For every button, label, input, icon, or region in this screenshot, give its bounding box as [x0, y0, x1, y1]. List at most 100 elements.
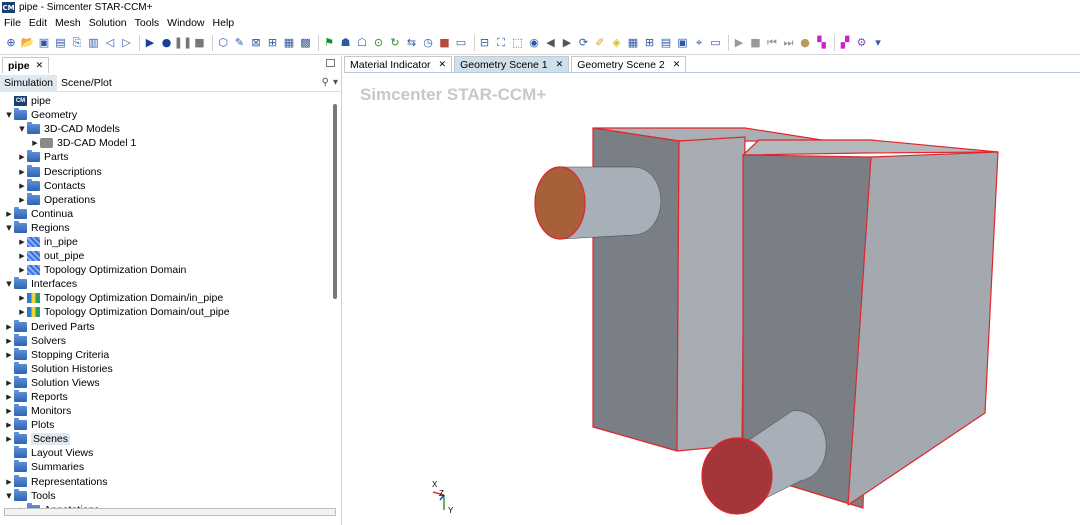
tree-item-topology-optimization-domain-out-pipe[interactable]: ▶ Topology Optimization Domain/out_pipe	[0, 305, 334, 319]
table-icon[interactable]: ▩	[299, 36, 313, 50]
tree-item-reports[interactable]: ▶ Reports	[0, 390, 334, 404]
tree-item-tools[interactable]: ▼ Tools	[0, 488, 334, 503]
tree-item-solvers[interactable]: ▶ Solvers	[0, 333, 334, 348]
expanded-arrow-icon[interactable]: ▼	[17, 125, 27, 133]
menu-tools[interactable]: Tools	[131, 17, 164, 29]
grid2-icon[interactable]: ⊞	[643, 36, 657, 50]
tree-item-3d-cad-models[interactable]: ▼ 3D-CAD Models	[0, 122, 334, 136]
save-as-icon[interactable]: ▤	[54, 36, 68, 50]
left-icon[interactable]: ◀	[544, 36, 558, 50]
collapsed-arrow-icon[interactable]: ▶	[17, 168, 27, 176]
gear-icon[interactable]: ⚙	[855, 36, 869, 50]
grid-icon[interactable]: ▦	[626, 36, 640, 50]
refresh-icon[interactable]: ↻	[388, 36, 402, 50]
new-sim-icon[interactable]: ⊕	[4, 36, 18, 50]
collapsed-arrow-icon[interactable]: ▶	[17, 238, 27, 246]
copy-icon[interactable]: ⎘	[70, 36, 84, 50]
forward-icon[interactable]: ▷	[120, 36, 134, 50]
rotate-icon[interactable]: ⟳	[577, 36, 591, 50]
geometry-scene-viewport[interactable]: Simcenter STAR-CCM+ X Y Z	[344, 73, 1080, 525]
expanded-arrow-icon[interactable]: ▼	[4, 280, 14, 288]
scene-icon[interactable]: ▭	[454, 36, 468, 50]
tree-item-solution-views[interactable]: ▶ Solution Views	[0, 375, 334, 390]
chevron-down-icon[interactable]: ▾	[333, 77, 338, 88]
close-icon[interactable]: ✕	[36, 60, 44, 71]
tree-item-out-pipe[interactable]: ▶ out_pipe	[0, 249, 334, 263]
collapsed-arrow-icon[interactable]: ▶	[4, 351, 14, 359]
tree-vertical-scrollbar[interactable]	[333, 104, 337, 299]
menu-mesh[interactable]: Mesh	[51, 17, 85, 29]
menu-file[interactable]: File	[0, 17, 25, 29]
tree-item-in-pipe[interactable]: ▶ in_pipe	[0, 235, 334, 249]
close-icon[interactable]: ✕	[556, 59, 564, 70]
tree-item-geometry[interactable]: ▼ Geometry	[0, 108, 334, 122]
tree-item-3d-cad-model-1[interactable]: ▶ 3D-CAD Model 1	[0, 136, 334, 150]
back-icon[interactable]: ◁	[103, 36, 117, 50]
right-icon[interactable]: ▶	[560, 36, 574, 50]
field-icon[interactable]: ⊞	[266, 36, 280, 50]
runner-icon[interactable]: ☗	[339, 36, 353, 50]
tab-material-indicator[interactable]: Material Indicator ✕	[344, 56, 453, 72]
tree-item-summaries[interactable]: Summaries	[0, 460, 334, 474]
runner2-icon[interactable]: ☖	[355, 36, 369, 50]
fit-icon[interactable]: ⊟	[478, 36, 492, 50]
filter-icon[interactable]: ⚲	[322, 77, 329, 88]
collapsed-arrow-icon[interactable]: ▶	[4, 379, 14, 387]
layers2-icon[interactable]: ▞	[838, 36, 852, 50]
fullscreen-icon[interactable]: ⛶	[494, 36, 508, 50]
collapsed-arrow-icon[interactable]: ▶	[4, 323, 14, 331]
geometry-render[interactable]: X Y Z	[344, 73, 1080, 525]
zoom-icon[interactable]: ⊙	[372, 36, 386, 50]
collapsed-arrow-icon[interactable]: ▶	[17, 294, 27, 302]
repair-icon[interactable]: ✎	[233, 36, 247, 50]
collapsed-arrow-icon[interactable]: ▶	[17, 182, 27, 190]
collapsed-arrow-icon[interactable]: ▶	[17, 252, 27, 260]
tree-item-topology-optimization-domain-in-pipe[interactable]: ▶ Topology Optimization Domain/in_pipe	[0, 291, 334, 305]
mesh-icon[interactable]: ⬡	[216, 36, 230, 50]
collapsed-arrow-icon[interactable]: ▶	[4, 435, 14, 443]
tree-item-parts[interactable]: ▶ Parts	[0, 150, 334, 164]
play-icon[interactable]: ▶	[732, 36, 746, 50]
menu-edit[interactable]: Edit	[25, 17, 51, 29]
ruler-icon[interactable]: ▭	[709, 36, 723, 50]
prev-icon[interactable]: ⏮	[765, 36, 779, 50]
menu-help[interactable]: Help	[209, 17, 239, 29]
layout-icon[interactable]: ▤	[659, 36, 673, 50]
menu-solution[interactable]: Solution	[85, 17, 131, 29]
tree-item-topology-optimization-domain[interactable]: ▶ Topology Optimization Domain	[0, 263, 334, 277]
collapsed-arrow-icon[interactable]: ▶	[17, 153, 27, 161]
tree-item-representations[interactable]: ▶ Representations	[0, 474, 334, 489]
tree-item-scenes[interactable]: ▶ Scenes	[0, 432, 334, 446]
expanded-arrow-icon[interactable]: ▼	[4, 492, 14, 500]
collapsed-arrow-icon[interactable]: ▶	[4, 421, 14, 429]
open-icon[interactable]: 📂	[21, 36, 35, 50]
tree-item-regions[interactable]: ▼ Regions	[0, 220, 334, 235]
tab-geometry-scene-2[interactable]: Geometry Scene 2 ✕	[571, 56, 687, 72]
tree-horizontal-scrollbar[interactable]	[4, 508, 336, 516]
collapsed-arrow-icon[interactable]: ▶	[30, 139, 40, 147]
menu-window[interactable]: Window	[163, 17, 208, 29]
pick-icon[interactable]: ⌖	[692, 36, 706, 50]
collapsed-arrow-icon[interactable]: ▶	[4, 210, 14, 218]
expanded-arrow-icon[interactable]: ▼	[4, 111, 14, 119]
timer-icon[interactable]: ◷	[421, 36, 435, 50]
tree-item-stopping-criteria[interactable]: ▶ Stopping Criteria	[0, 347, 334, 362]
stop-icon[interactable]: ■	[193, 36, 207, 50]
more-icon[interactable]: ▾	[871, 36, 885, 50]
collapsed-arrow-icon[interactable]: ▶	[17, 196, 27, 204]
expanded-arrow-icon[interactable]: ▼	[4, 224, 14, 232]
pen-icon[interactable]: ✐	[593, 36, 607, 50]
collapsed-arrow-icon[interactable]: ▶	[4, 407, 14, 415]
camera-icon[interactable]: ◉	[527, 36, 541, 50]
tree-item-solution-histories[interactable]: Solution Histories	[0, 361, 334, 376]
tab-geometry-scene-1[interactable]: Geometry Scene 1 ✕	[454, 56, 570, 72]
paste-icon[interactable]: ▥	[87, 36, 101, 50]
stop2-icon[interactable]: ■	[749, 36, 763, 50]
dot-icon[interactable]: ●	[798, 36, 812, 50]
tab-pipe[interactable]: pipe ✕	[2, 57, 50, 73]
graph-icon[interactable]: ▦	[282, 36, 296, 50]
collapsed-arrow-icon[interactable]: ▶	[4, 393, 14, 401]
collapsed-arrow-icon[interactable]: ▶	[4, 337, 14, 345]
save-icon[interactable]: ▣	[37, 36, 51, 50]
tab-scene-plot[interactable]: Scene/Plot	[57, 75, 116, 92]
